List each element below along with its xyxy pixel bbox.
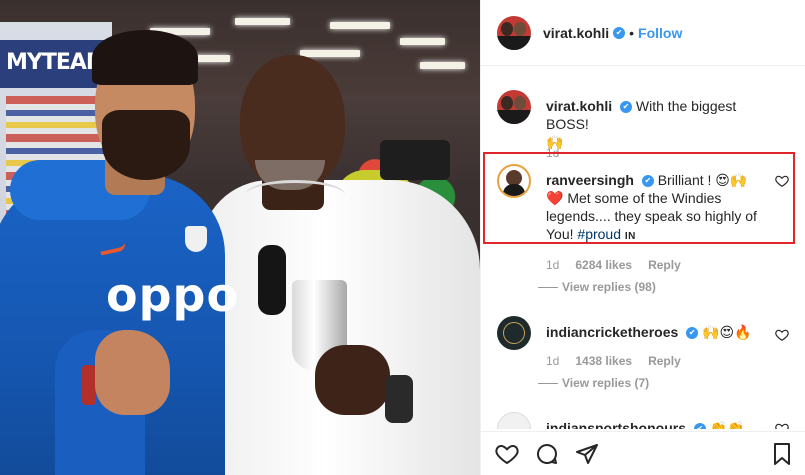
team-emblem [185, 226, 207, 252]
ceiling-light [330, 22, 390, 29]
post-photo[interactable]: MYTEAM11 oppo [0, 0, 480, 475]
comment-icon[interactable] [535, 442, 559, 466]
comment-meta: 1d 1438 likes Reply [546, 354, 681, 368]
verified-badge-icon: ✔ [693, 423, 706, 429]
comment-time[interactable]: 1d [546, 258, 559, 272]
comment-text-block: ranveersingh ✔ Brilliant ! 😍🙌 ❤️ Met som… [546, 171, 771, 246]
ceiling-light [420, 62, 465, 69]
comment-meta: 1d 6284 likes Reply [546, 258, 681, 272]
comment-ranveersingh: ranveersingh ✔ Brilliant ! 😍🙌 ❤️ Met som… [497, 164, 797, 254]
avatar[interactable] [497, 412, 531, 429]
comment-emoji: 👏👏 [709, 420, 745, 429]
comment-emoji: 😍🙌 [715, 172, 748, 188]
like-heart-icon[interactable] [775, 328, 789, 342]
caption-text-block: virat.kohli ✔ With the biggest BOSS! 🙌 [546, 97, 771, 151]
ceiling-light [235, 18, 290, 25]
wrist-band [82, 365, 96, 405]
comment-username[interactable]: indiansportshonours [546, 420, 686, 429]
comment-meta-row: 1d 6284 likes Reply View replies (98) [497, 256, 797, 296]
avatar[interactable] [497, 15, 531, 50]
person-left-hair [92, 30, 198, 85]
reply-button[interactable]: Reply [648, 354, 681, 368]
comment-likes[interactable]: 1438 likes [575, 354, 632, 368]
verified-badge-icon: ✔ [613, 26, 626, 39]
view-replies-link[interactable]: View replies (98) [538, 280, 656, 294]
tv-camera [380, 140, 450, 180]
flag-text: IN [624, 231, 636, 242]
caption-username[interactable]: virat.kohli [546, 98, 612, 114]
view-replies-link[interactable]: View replies (7) [537, 376, 649, 390]
like-heart-icon[interactable] [775, 422, 789, 429]
person-right-collar [245, 180, 345, 210]
caption: virat.kohli ✔ With the biggest BOSS! 🙌 1… [497, 90, 797, 160]
separator-dot: • [629, 24, 635, 41]
avatar[interactable] [497, 164, 531, 198]
thumbs-up-hand [95, 330, 170, 415]
verified-badge-icon: ✔ [686, 327, 699, 340]
post-username[interactable]: virat.kohli [543, 25, 609, 41]
jersey-sponsor-text: oppo [106, 268, 240, 322]
ceiling-light [400, 38, 445, 45]
avatar[interactable] [497, 316, 531, 350]
person-right-hand [315, 345, 390, 415]
post-header: virat.kohli ✔ • Follow [481, 0, 805, 66]
heart-icon[interactable] [495, 442, 519, 466]
comment-text-block: indiancricketheroes ✔ 🙌😍🔥 [546, 323, 771, 341]
red-heart-emoji: ❤️ [546, 190, 564, 206]
avatar[interactable] [497, 90, 531, 124]
verified-badge-icon: ✔ [620, 101, 633, 114]
verified-badge-icon: ✔ [641, 175, 654, 188]
follow-button[interactable]: Follow [638, 25, 682, 41]
bookmark-icon[interactable] [770, 442, 794, 466]
action-bar [481, 431, 805, 475]
comment-likes[interactable]: 6284 likes [575, 258, 632, 272]
wristwatch [385, 375, 413, 423]
comment-username[interactable]: indiancricketheroes [546, 324, 678, 340]
comment-username[interactable]: ranveersingh [546, 172, 634, 188]
reply-button[interactable]: Reply [648, 258, 681, 272]
like-heart-icon[interactable] [775, 174, 789, 188]
comment-time[interactable]: 1d [546, 354, 559, 368]
sunglasses [258, 245, 286, 315]
comment-text-block: indiansportshonours ✔ 👏👏 [546, 419, 771, 429]
comment-indiancricketheroes: indiancricketheroes ✔ 🙌😍🔥 1d 1438 likes … [497, 316, 797, 396]
comments-list[interactable]: virat.kohli ✔ With the biggest BOSS! 🙌 1… [481, 66, 805, 429]
hashtag-link[interactable]: #proud [577, 226, 621, 242]
comment-indiansportshonours: indiansportshonours ✔ 👏👏 [497, 412, 797, 429]
post-side-panel: virat.kohli ✔ • Follow virat.kohli ✔ Wit… [480, 0, 805, 475]
share-icon[interactable] [575, 442, 599, 466]
ceiling-light [300, 50, 360, 57]
comment-text: Brilliant ! [657, 172, 712, 188]
person-left-beard [102, 110, 190, 180]
comment-emoji: 🙌😍🔥 [702, 324, 752, 340]
